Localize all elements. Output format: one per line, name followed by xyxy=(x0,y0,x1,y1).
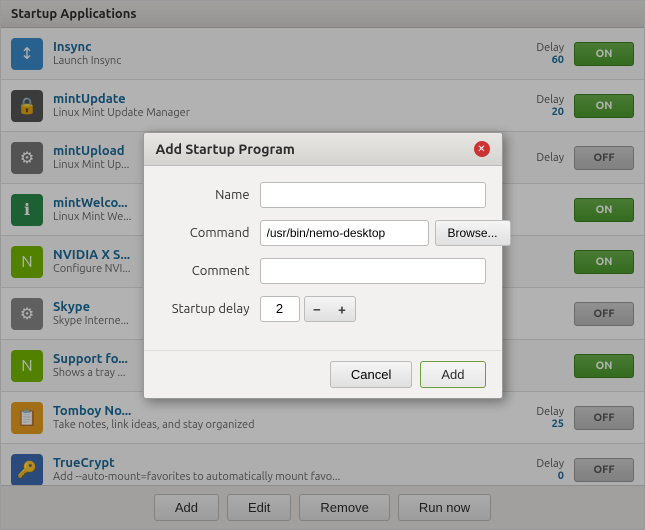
delay-controls: − + xyxy=(260,296,356,322)
name-input[interactable] xyxy=(260,182,486,208)
decrement-button[interactable]: − xyxy=(304,296,330,322)
main-window: Startup Applications ↕ Insync Launch Ins… xyxy=(0,0,645,530)
delay-label: Startup delay xyxy=(160,302,250,316)
comment-row: Comment xyxy=(160,258,486,284)
delay-input[interactable] xyxy=(260,296,300,322)
dialog-footer: Cancel Add xyxy=(144,350,502,398)
dialog-title-bar: Add Startup Program ✕ xyxy=(144,133,502,166)
add-startup-dialog: Add Startup Program ✕ Name Command Brows… xyxy=(143,132,503,399)
name-row: Name xyxy=(160,182,486,208)
command-field-group: Browse... xyxy=(260,220,511,246)
dialog-add-button[interactable]: Add xyxy=(420,361,485,388)
dialog-body: Name Command Browse... Comment Startup d… xyxy=(144,166,502,350)
dialog-title: Add Startup Program xyxy=(156,141,295,157)
delay-row: Startup delay − + xyxy=(160,296,486,322)
browse-button[interactable]: Browse... xyxy=(435,220,511,246)
cancel-button[interactable]: Cancel xyxy=(330,361,412,388)
command-input[interactable] xyxy=(260,220,429,246)
modal-overlay: Add Startup Program ✕ Name Command Brows… xyxy=(1,1,644,529)
increment-button[interactable]: + xyxy=(330,296,356,322)
comment-input[interactable] xyxy=(260,258,486,284)
name-label: Name xyxy=(160,188,250,202)
command-row: Command Browse... xyxy=(160,220,486,246)
comment-label: Comment xyxy=(160,264,250,278)
close-button[interactable]: ✕ xyxy=(474,141,490,157)
command-label: Command xyxy=(160,226,250,240)
